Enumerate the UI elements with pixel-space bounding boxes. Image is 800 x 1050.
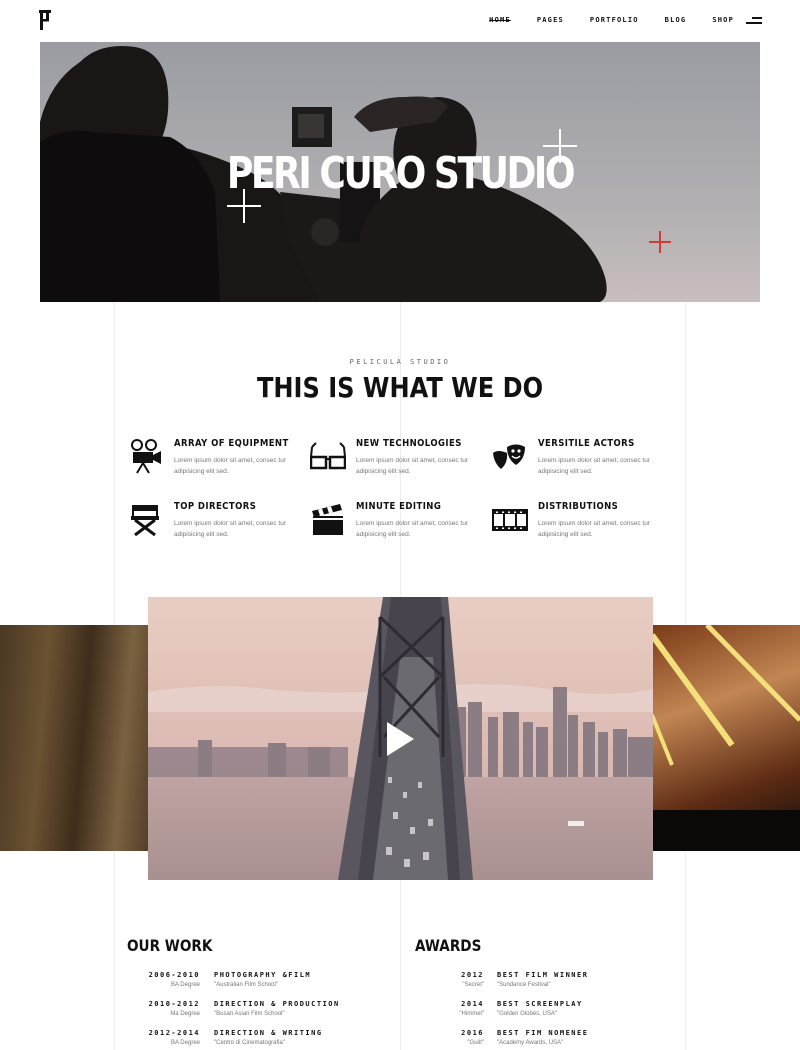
service-title: TOP DIRECTORS [174,501,257,512]
director-chair-icon [131,505,159,537]
award-row: 2014 "Himmel" BEST SCREENPLAY "Golden Gl… [410,1000,680,1028]
service-item: VERSITILE ACTORS Lorem ipsum dolor sit a… [492,438,667,489]
award-title: BEST FILM WINNER [497,971,589,979]
work-years: 2010-2012 [148,1000,200,1008]
film-projector-icon [131,439,161,474]
service-item: DISTRIBUTIONS Lorem ipsum dolor sit amet… [492,501,667,552]
service-item: NEW TECHNOLOGIES Lorem ipsum dolor sit a… [310,438,485,489]
work-school: "Centro di Cinematografia" [214,1040,285,1046]
3d-glasses-icon [310,442,346,470]
work-school: "Australian Film School" [214,982,278,988]
work-degree: Ma Degree [170,1011,200,1017]
crosshair-red-icon [649,231,671,253]
work-years: 2006-2010 [148,971,200,979]
award-film: "Secret" [462,982,484,988]
section-title: THIS IS WHAT WE DO [256,371,544,404]
awards-title: AWARDS [415,936,482,955]
p-monogram-logo[interactable] [39,10,51,30]
service-item: MINUTE EDITING Lorem ipsum dolor sit ame… [310,501,485,552]
work-school: "Busan Asian Film School" [214,1011,285,1017]
service-text: Lorem ipsum dolor sit amet, consec tur a… [174,520,286,538]
award-title: BEST FIM NOMENEE [497,1029,589,1037]
service-title: ARRAY OF EQUIPMENT [174,438,289,449]
award-film: "Himmel" [459,1011,484,1017]
work-degree: BA Degree [170,982,200,988]
work-row: 2010-2012 Ma Degree DIRECTION & PRODUCTI… [120,1000,390,1028]
award-event: "Academy Awards, USA" [497,1040,564,1046]
award-row: 2012 "Secret" BEST FILM WINNER "Sundance… [410,971,680,999]
nav-item-shop[interactable]: SHOP [712,16,734,24]
service-text: Lorem ipsum dolor sit amet, consec tur a… [356,520,468,538]
work-row: 2012-2014 BA Degree DIRECTION & WRITING … [120,1029,390,1050]
award-event: "Sundance Festival" [497,982,551,988]
gallery-image-left[interactable] [0,625,148,851]
award-event: "Golden Globes, USA" [497,1011,557,1017]
award-title: BEST SCREENPLAY [497,1000,583,1008]
clapperboard-icon [312,504,343,535]
service-text: Lorem ipsum dolor sit amet, consec tur a… [538,457,650,475]
theater-masks-icon [493,444,525,469]
award-row: 2016 "Guilt" BEST FIM NOMENEE "Academy A… [410,1029,680,1050]
film-strip-icon [492,509,528,531]
work-degree: BA Degree [170,1040,200,1046]
main-nav: HOME PAGES PORTFOLIO BLOG SHOP [463,16,734,24]
nav-item-pages[interactable]: PAGES [537,16,564,24]
award-year: 2012 [461,971,484,979]
award-year: 2016 [461,1029,484,1037]
play-icon[interactable] [387,722,414,756]
service-item: ARRAY OF EQUIPMENT Lorem ipsum dolor sit… [128,438,303,489]
hero-title: PERI CURO STUDIO [226,148,576,199]
service-title: NEW TECHNOLOGIES [356,438,462,449]
section-eyebrow: PELICULA STUDIO [349,358,451,366]
service-title: DISTRIBUTIONS [538,501,619,512]
service-text: Lorem ipsum dolor sit amet, consec tur a… [174,457,286,475]
nav-item-blog[interactable]: BLOG [665,16,687,24]
service-item: TOP DIRECTORS Lorem ipsum dolor sit amet… [128,501,303,552]
work-title: DIRECTION & WRITING [214,1029,323,1037]
work-years: 2012-2014 [148,1029,200,1037]
nav-item-portfolio[interactable]: PORTFOLIO [590,16,639,24]
work-row: 2006-2010 BA Degree PHOTOGRAPHY &FILM "A… [120,971,390,999]
nav-item-home[interactable]: HOME [489,16,511,24]
gallery-image-right[interactable] [652,625,800,851]
service-text: Lorem ipsum dolor sit amet, consec tur a… [538,520,650,538]
award-year: 2014 [461,1000,484,1008]
service-text: Lorem ipsum dolor sit amet, consec tur a… [356,457,468,475]
work-title: DIRECTION & PRODUCTION [214,1000,340,1008]
work-title: PHOTOGRAPHY &FILM [214,971,312,979]
award-film: "Guilt" [467,1040,484,1046]
hamburger-icon[interactable] [746,17,762,25]
service-title: VERSITILE ACTORS [538,438,635,449]
service-title: MINUTE EDITING [356,501,442,512]
our-work-title: OUR WORK [127,936,213,955]
